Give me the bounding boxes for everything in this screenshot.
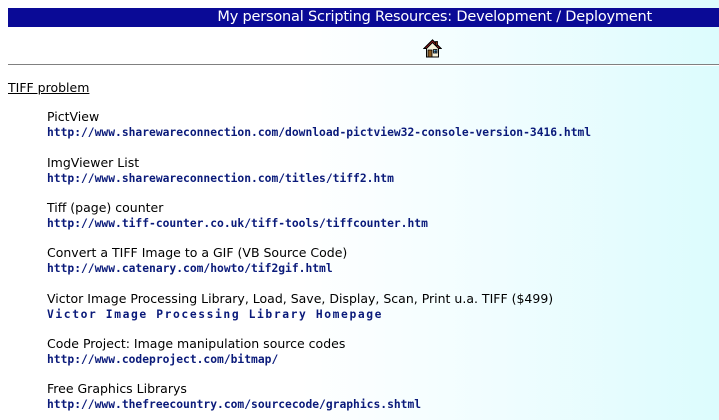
entry-link[interactable]: http://www.sharewareconnection.com/title…: [47, 172, 394, 186]
entry-title: ImgViewer List: [47, 155, 140, 170]
entry-title: Convert a TIFF Image to a GIF (VB Source…: [47, 245, 348, 260]
entry-victor-library: Victor Image Processing Library, Load, S…: [47, 291, 553, 322]
entry-tiff-counter: Tiff (page) counter http://www.tiff-coun…: [47, 200, 428, 231]
entry-link[interactable]: http://www.thefreecountry.com/sourcecode…: [47, 398, 421, 412]
entry-link[interactable]: Victor Image Processing Library Homepage: [47, 308, 553, 322]
entry-link[interactable]: http://www.sharewareconnection.com/downl…: [47, 126, 591, 140]
home-link[interactable]: [423, 39, 442, 58]
entry-tif2gif: Convert a TIFF Image to a GIF (VB Source…: [47, 245, 347, 276]
entry-pictview: PictView http://www.sharewareconnection.…: [47, 109, 591, 140]
page-title-bar: My personal Scripting Resources: Develop…: [8, 8, 719, 27]
entry-title: Tiff (page) counter: [47, 200, 164, 215]
entry-link[interactable]: http://www.catenary.com/howto/tif2gif.ht…: [47, 262, 347, 276]
page-title: My personal Scripting Resources: Develop…: [217, 9, 652, 25]
entry-free-graphics: Free Graphics Librarys http://www.thefre…: [47, 381, 421, 412]
entry-title: Victor Image Processing Library, Load, S…: [47, 291, 554, 306]
entry-title: PictView: [47, 109, 100, 124]
horizontal-divider: [8, 64, 719, 66]
entry-link[interactable]: http://www.codeproject.com/bitmap/: [47, 353, 345, 367]
entry-imgviewer-list: ImgViewer List http://www.sharewareconne…: [47, 155, 394, 186]
section-heading-tiff-problem: TIFF problem: [8, 80, 90, 95]
entry-link[interactable]: http://www.tiff-counter.co.uk/tiff-tools…: [47, 217, 428, 231]
entry-title: Code Project: Image manipulation source …: [47, 336, 346, 351]
entry-title: Free Graphics Librarys: [47, 381, 187, 396]
home-icon: [423, 39, 442, 58]
entry-code-project: Code Project: Image manipulation source …: [47, 336, 345, 367]
